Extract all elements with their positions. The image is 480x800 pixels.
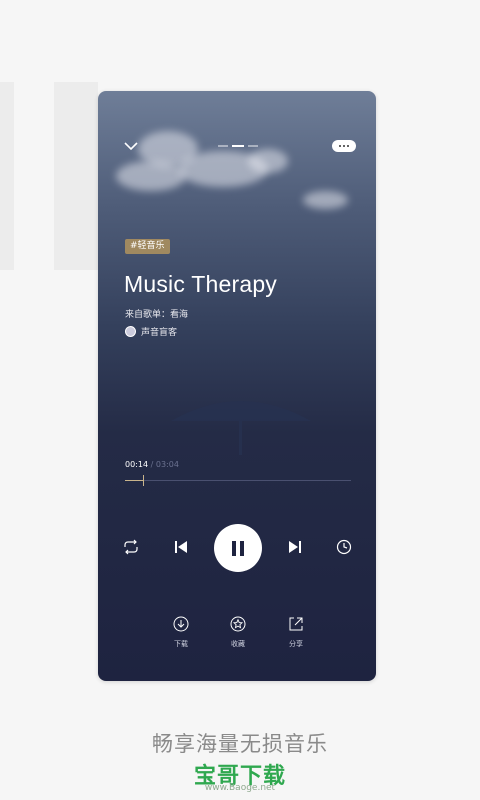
brand-url: www.Baoge.net <box>204 783 276 793</box>
progress-bar[interactable] <box>125 475 351 486</box>
total-time: 03:04 <box>155 460 179 469</box>
umbrella-silhouette <box>171 401 311 455</box>
top-bar <box>98 138 376 158</box>
page-dot <box>248 145 258 147</box>
more-icon-dot <box>339 145 341 147</box>
background-panel-left <box>0 82 14 270</box>
cloud <box>116 161 186 191</box>
progress-fill <box>125 480 144 481</box>
page-dot <box>218 145 228 147</box>
pause-icon <box>240 540 244 556</box>
playback-controls <box>98 524 376 574</box>
player-screen: #轻音乐 Music Therapy 来自歌单：看海 声音盲客 00:14 / … <box>98 91 376 681</box>
more-icon-dot <box>347 145 349 147</box>
more-button[interactable] <box>332 140 356 152</box>
background-panel-right <box>54 82 98 270</box>
share-button[interactable]: 分享 <box>276 616 316 649</box>
avatar <box>125 326 136 337</box>
download-button[interactable]: 下载 <box>161 616 201 649</box>
chevron-down-icon[interactable] <box>123 138 139 154</box>
time-display: 00:14 / 03:04 <box>125 460 179 469</box>
genre-tag[interactable]: #轻音乐 <box>125 239 170 254</box>
download-icon <box>173 616 189 632</box>
more-icon-dot <box>343 145 345 147</box>
current-time: 00:14 <box>125 460 149 469</box>
previous-icon[interactable] <box>174 540 188 554</box>
cloud <box>303 191 348 209</box>
download-label: 下载 <box>174 640 188 648</box>
track-title: Music Therapy <box>124 271 278 297</box>
star-icon <box>230 616 246 632</box>
page-indicator <box>218 145 258 147</box>
promo-caption: 畅享海量无损音乐 <box>152 732 328 756</box>
next-icon[interactable] <box>288 540 302 554</box>
repeat-icon[interactable] <box>122 539 140 555</box>
favorite-label: 收藏 <box>231 640 245 648</box>
pause-icon <box>232 540 236 556</box>
share-icon <box>289 617 303 631</box>
clock-icon[interactable] <box>336 539 352 555</box>
playlist-source[interactable]: 来自歌单：看海 <box>125 307 188 320</box>
time-separator: / <box>150 460 154 469</box>
author-name: 声音盲客 <box>141 328 178 338</box>
author-row[interactable]: 声音盲客 <box>125 325 177 338</box>
pause-button[interactable] <box>214 524 262 572</box>
favorite-button[interactable]: 收藏 <box>218 616 258 649</box>
page-dot-active <box>232 145 244 147</box>
progress-handle[interactable] <box>143 475 145 486</box>
share-label: 分享 <box>289 640 303 648</box>
